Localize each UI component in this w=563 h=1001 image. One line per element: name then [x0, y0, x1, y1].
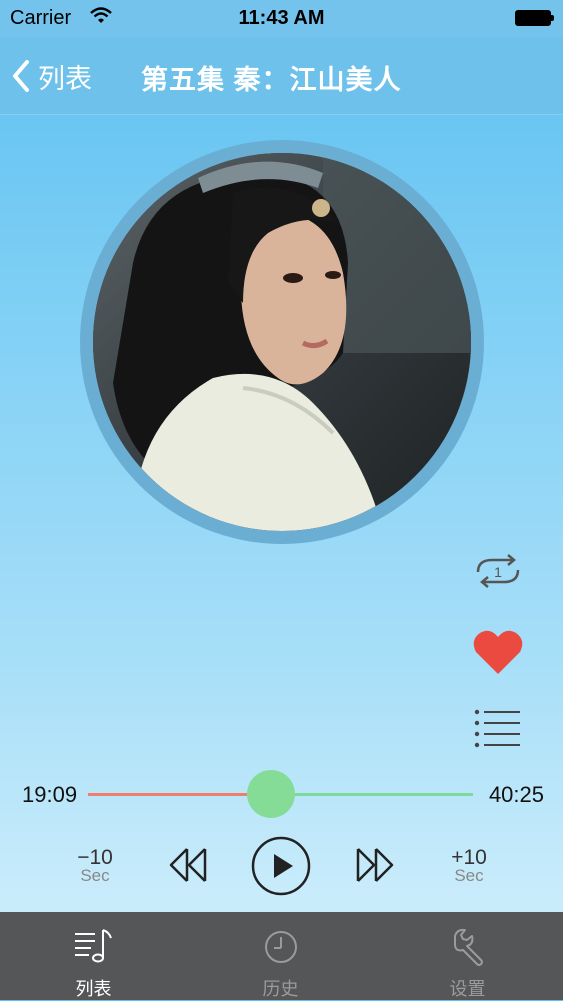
rewind-10-unit: Sec — [80, 866, 110, 885]
album-cover-portrait-icon — [93, 153, 471, 531]
rewind-10-label: −10 — [77, 846, 113, 869]
wrench-icon — [447, 926, 489, 971]
total-time: 40:25 — [488, 782, 544, 807]
progress-thumb[interactable] — [247, 770, 295, 818]
previous-button[interactable] — [165, 845, 209, 890]
playlist-icon — [474, 709, 522, 752]
play-button[interactable] — [251, 836, 311, 901]
tab-bar: 列表 历史 设置 — [0, 912, 563, 1000]
clock-icon — [260, 926, 302, 971]
fast-forward-icon — [354, 848, 398, 889]
tab-history-label: 历史 — [262, 979, 299, 999]
tab-settings-label: 设置 — [449, 979, 486, 999]
page-title: 第五集 秦：江山美人 — [141, 65, 402, 95]
repeat-one-icon: 1 — [470, 554, 526, 594]
repeat-one-button[interactable]: 1 — [470, 552, 526, 595]
rewind-icon — [165, 848, 209, 889]
favorite-button[interactable] — [472, 628, 524, 681]
play-icon — [251, 836, 311, 900]
tab-settings[interactable]: 设置 — [374, 912, 561, 1000]
tab-list-label: 列表 — [75, 979, 112, 999]
playlist-button[interactable] — [474, 708, 522, 753]
battery-icon — [515, 10, 554, 26]
forward-10-unit: Sec — [454, 866, 484, 885]
tab-list[interactable]: 列表 — [0, 912, 187, 1000]
navigation-bar: 列表 第五集 秦：江山美人 — [0, 38, 563, 115]
chevron-left-icon — [12, 60, 30, 92]
back-button[interactable]: 列表 — [12, 56, 92, 96]
tab-history[interactable]: 历史 — [187, 912, 374, 1000]
svg-text:1: 1 — [494, 564, 502, 580]
music-list-icon — [73, 926, 115, 971]
next-button[interactable] — [354, 845, 398, 890]
forward-10-label: +10 — [451, 846, 487, 869]
progress-bar: 19:09 40:25 — [0, 770, 563, 820]
heart-icon — [472, 630, 524, 680]
clock-time: 11:43 AM — [238, 7, 325, 29]
forward-10-button[interactable]: +10 Sec — [444, 846, 494, 885]
back-button-label: 列表 — [38, 63, 92, 94]
album-cover — [93, 153, 471, 531]
status-bar: Carrier 11:43 AM — [0, 0, 563, 38]
current-time: 19:09 — [22, 782, 78, 807]
progress-played-track[interactable] — [88, 793, 271, 796]
progress-remaining-track[interactable] — [271, 793, 473, 796]
rewind-10-button[interactable]: −10 Sec — [70, 846, 120, 885]
